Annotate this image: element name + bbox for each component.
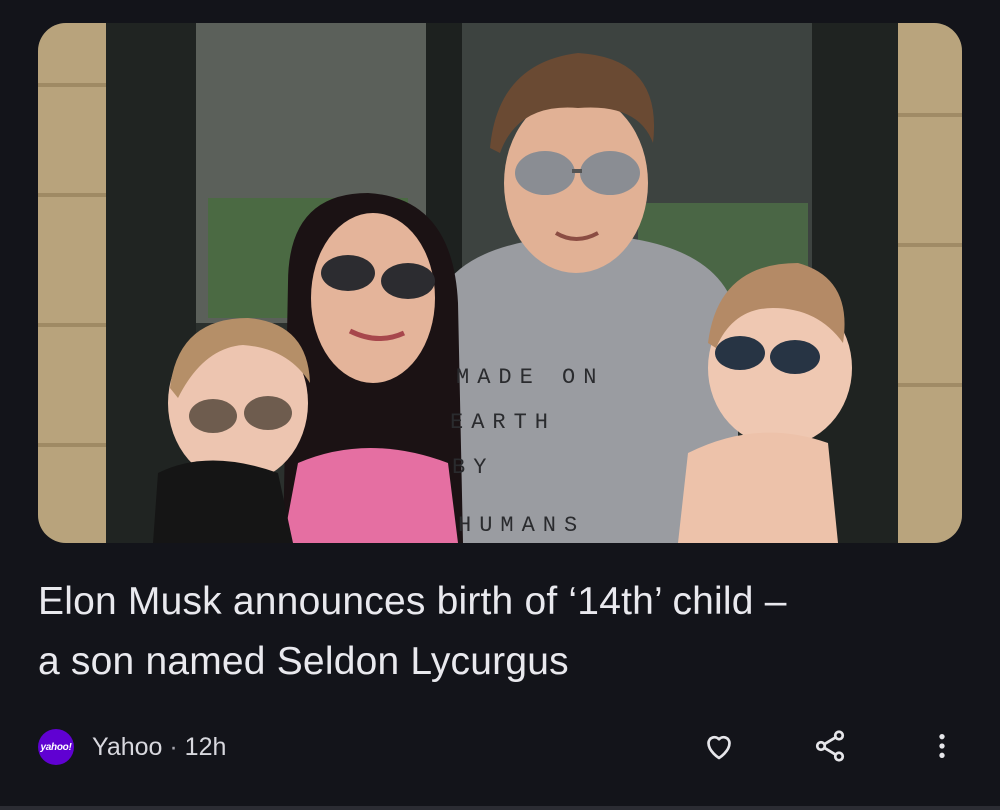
shirt-text-line-1: MADE ON bbox=[456, 365, 604, 390]
article-age: 12h bbox=[184, 733, 227, 761]
like-button[interactable] bbox=[699, 728, 739, 768]
shirt-text-line-4: HUMANS bbox=[458, 513, 585, 538]
yahoo-logo-icon: yahoo! bbox=[38, 729, 74, 765]
share-icon bbox=[812, 728, 848, 769]
article-meta-row: yahoo! Yahoo · 12h bbox=[38, 726, 962, 770]
headline-line-1: Elon Musk announces birth of ‘14th’ chil… bbox=[38, 580, 787, 623]
article-headline[interactable]: Elon Musk announces birth of ‘14th’ chil… bbox=[38, 572, 968, 692]
heart-outline-icon bbox=[701, 728, 737, 769]
headline-line-2: a son named Seldon Lycurgus bbox=[38, 640, 569, 683]
more-options-button[interactable] bbox=[922, 728, 962, 768]
more-vertical-icon bbox=[926, 730, 958, 767]
shirt-text-line-3: BY bbox=[452, 455, 494, 480]
divider bbox=[0, 806, 1000, 810]
share-button[interactable] bbox=[810, 728, 850, 768]
source-info: Yahoo · 12h bbox=[92, 732, 226, 762]
shirt-text-line-2: EARTH bbox=[450, 410, 556, 435]
article-image[interactable]: MADE ON EARTH BY HUMANS bbox=[38, 23, 962, 543]
source-name: Yahoo bbox=[92, 733, 163, 761]
news-card[interactable]: MADE ON EARTH BY HUMANS Elon Musk announ… bbox=[0, 0, 1000, 810]
source-separator: · bbox=[169, 733, 178, 761]
